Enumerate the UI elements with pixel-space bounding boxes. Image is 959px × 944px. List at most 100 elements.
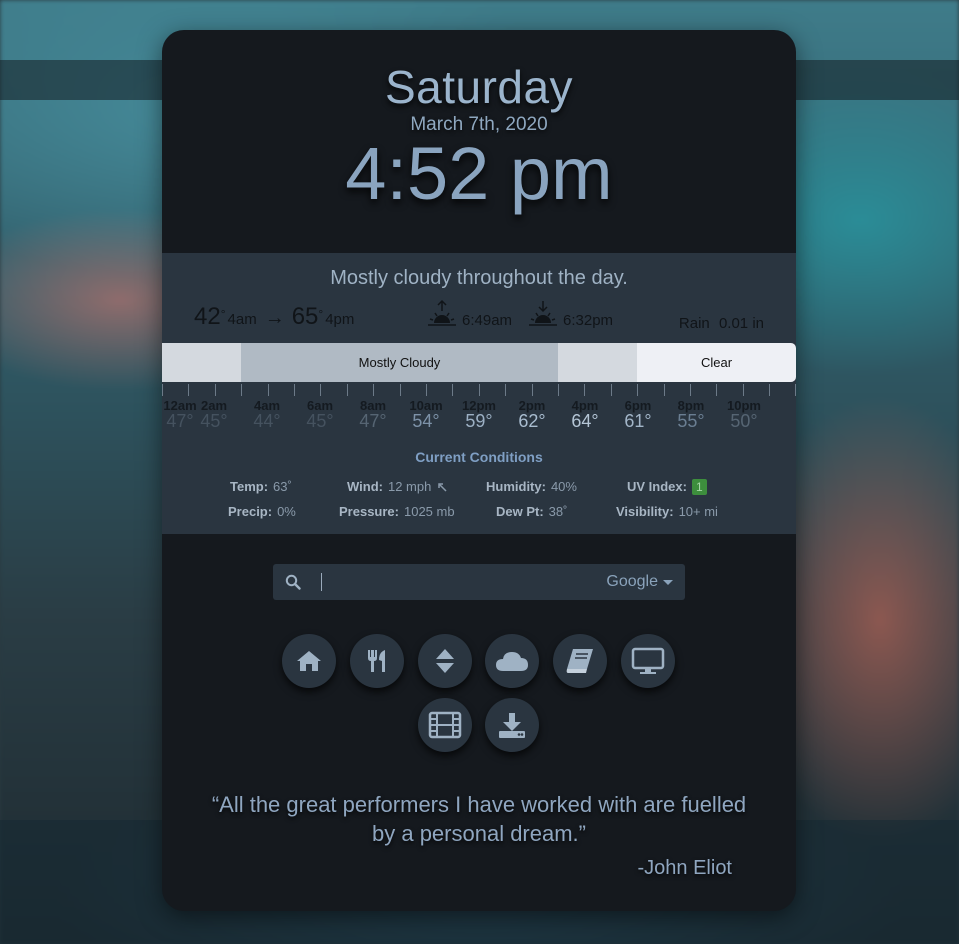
timeline-segment <box>162 343 241 382</box>
timeline-segment-mostly-cloudy: Mostly Cloudy <box>241 343 558 382</box>
stat-value: 63˚ <box>273 479 292 494</box>
quote-text: “All the great performers I have worked … <box>211 792 747 846</box>
hour-forecast-item: 8am 47° <box>348 398 398 432</box>
visibility-stat: Visibility: 10+ mi <box>616 504 718 519</box>
hour-temp: 44° <box>253 411 281 431</box>
search-bar[interactable]: Google <box>273 564 685 600</box>
rain-label: Rain <box>678 315 710 332</box>
weather-button[interactable] <box>485 634 539 688</box>
hour-temp: 47° <box>359 411 387 431</box>
temperature-range: 42 ° 4am → 65 ° 4pm <box>194 303 354 331</box>
utensils-icon <box>368 650 385 672</box>
timeline-tick <box>558 384 559 396</box>
degree-symbol: ° <box>220 307 226 321</box>
download-icon <box>499 713 525 738</box>
timeline-tick <box>664 384 665 396</box>
stat-value: 38˚ <box>548 504 568 519</box>
search-engine-dropdown[interactable]: Google <box>606 573 673 591</box>
hour-temp: 61° <box>624 411 652 431</box>
time-text: 4:52 pm <box>345 132 613 215</box>
timeline-tick <box>452 384 453 396</box>
sunset-time: 6:32pm <box>563 312 614 329</box>
condition-timeline: Mostly Cloudy Clear <box>162 343 796 382</box>
timeline-segment-clear: Clear <box>637 343 796 382</box>
tv-button[interactable] <box>621 634 675 688</box>
stat-label: Wind: <box>347 479 383 494</box>
degree-symbol: ° <box>318 307 324 321</box>
weather-panel: Mostly cloudy throughout the day. 42 ° 4a… <box>162 253 796 534</box>
hour-forecast-item: 8pm 55° <box>666 398 716 432</box>
timeline-tick <box>320 384 321 396</box>
stat-label: Humidity: <box>486 479 546 494</box>
timeline-ticks <box>162 384 796 398</box>
timeline-tick <box>426 384 427 396</box>
stat-label: Temp: <box>230 479 269 494</box>
stat-label: Precip: <box>228 504 273 519</box>
pressure-stat: Pressure: 1025 mb <box>339 504 455 519</box>
hour-forecast-item: 10pm 50° <box>719 398 769 432</box>
downloads-button[interactable] <box>485 698 539 752</box>
sort-icon <box>436 649 454 673</box>
timeline-tick <box>505 384 506 396</box>
quote-author: -John Eliot <box>637 857 733 879</box>
search-icon <box>285 574 301 590</box>
timeline-tick <box>611 384 612 396</box>
timeline-tick <box>690 384 691 396</box>
current-conditions-title: Current Conditions <box>415 449 543 465</box>
wind-stat: Wind: 12 mph <box>347 479 447 494</box>
weather-summary: Mostly cloudy throughout the day. <box>330 267 628 289</box>
hour-forecast-item: 12pm 59° <box>454 398 504 432</box>
movies-button[interactable] <box>418 698 472 752</box>
timeline-tick <box>188 384 189 396</box>
hour-temp: 59° <box>465 411 493 431</box>
hour-forecast-item: 2pm 62° <box>507 398 557 432</box>
timeline-tick <box>795 384 796 396</box>
sunrise-time: 6:49am <box>462 312 513 329</box>
timeline-tick <box>716 384 717 396</box>
hour-forecast-item: 4am 44° <box>242 398 292 432</box>
stat-label: Pressure: <box>339 504 399 519</box>
film-icon <box>428 711 462 739</box>
high-temp-time: 4pm <box>325 311 355 328</box>
sort-button[interactable] <box>418 634 472 688</box>
sunrise-icon <box>428 299 456 326</box>
timeline-tick <box>769 384 770 396</box>
reading-button[interactable] <box>553 634 607 688</box>
food-button[interactable] <box>350 634 404 688</box>
hour-forecast-item: 6pm 61° <box>613 398 663 432</box>
dashboard-card: Saturday March 7th, 2020 4:52 pm Mostly … <box>162 30 796 911</box>
low-temp: 42 <box>194 303 221 330</box>
hour-temp: 64° <box>571 411 599 431</box>
hour-temp: 55° <box>677 411 705 431</box>
day-of-week: Saturday <box>384 61 574 113</box>
hour-temp: 45° <box>200 411 228 431</box>
hour-forecast-item: 10am 54° <box>401 398 451 432</box>
sunset: 6:32pm <box>528 299 613 329</box>
timeline-tick <box>268 384 269 396</box>
timeline-tick <box>294 384 295 396</box>
hour-temp: 50° <box>730 411 758 431</box>
timeline-segment <box>558 343 637 382</box>
stat-value: 12 mph <box>387 479 432 494</box>
book-icon <box>566 649 593 673</box>
stat-value: 40% <box>550 479 577 494</box>
search-input[interactable] <box>321 573 322 591</box>
cloud-icon <box>496 652 528 671</box>
hour-forecast-item: 2am 45° <box>189 398 239 432</box>
dewpt-stat: Dew Pt: 38˚ <box>496 504 567 519</box>
range-arrow: → <box>264 307 285 329</box>
rain-amount: Rain 0.01 in <box>679 315 764 332</box>
rain-value: 0.01 in <box>718 315 764 332</box>
hour-temp: 62° <box>518 411 546 431</box>
hourly-forecast: 12am 47° 2am 45° 4am 44° 6am 45° 8am 47° 10am 54° 12… <box>162 398 796 438</box>
timeline-tick <box>162 384 163 396</box>
stat-label: Dew Pt: <box>496 504 544 519</box>
uv-stat: UV Index: 1 <box>627 479 707 495</box>
home-button[interactable] <box>282 634 336 688</box>
monitor-icon <box>631 647 665 674</box>
timeline-tick <box>532 384 533 396</box>
stat-value: 0% <box>277 504 296 519</box>
high-temp: 65 <box>291 303 319 330</box>
uv-index-badge: 1 <box>691 479 707 495</box>
hour-forecast-item: 4pm 64° <box>560 398 610 432</box>
